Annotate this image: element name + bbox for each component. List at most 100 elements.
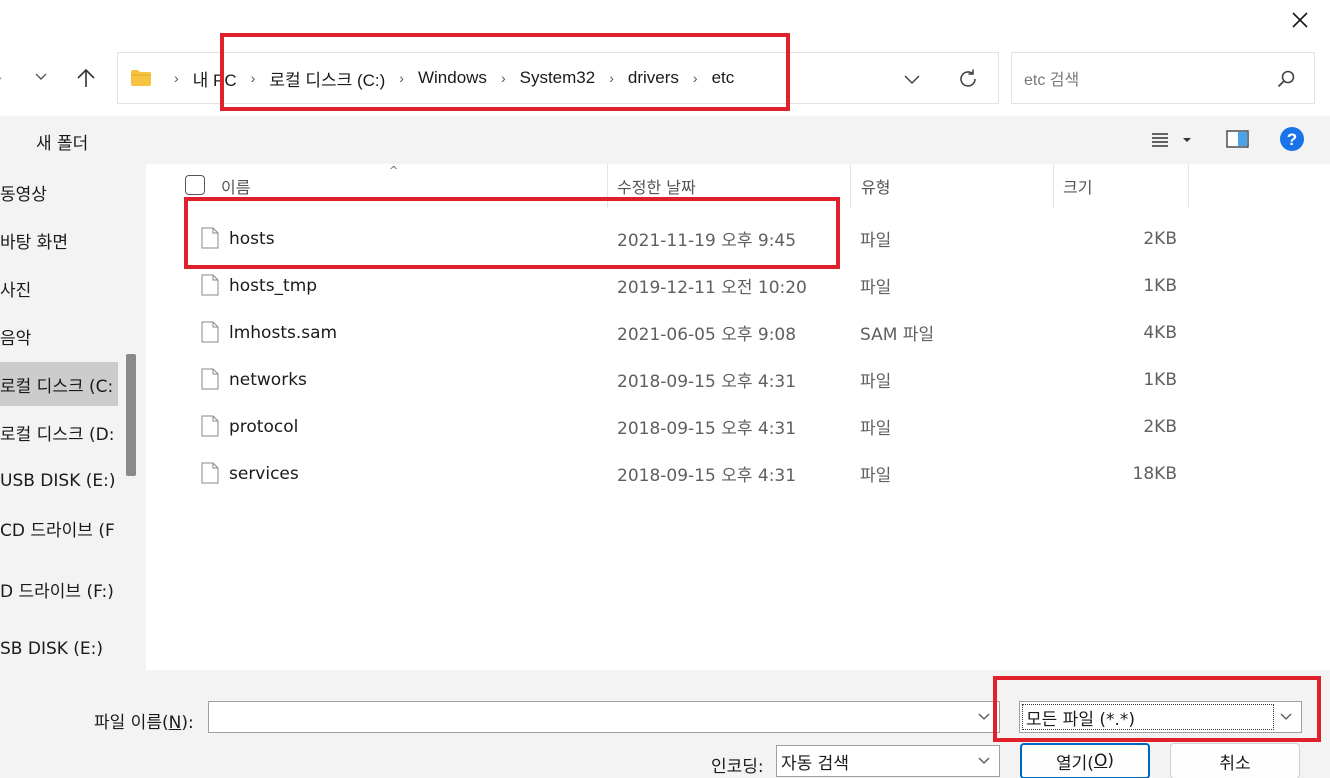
sidebar-item-label: D 드라이브 (F:) — [0, 581, 114, 602]
sidebar-item-music[interactable]: 음악 — [0, 314, 118, 358]
filename-label: 파일 이름(N): — [94, 708, 194, 733]
file-size: 2KB — [1143, 228, 1177, 249]
file-modified: 2019-12-11 오전 10:20 — [617, 278, 807, 298]
search-input[interactable]: etc 검색 — [1011, 52, 1315, 104]
file-size: 2KB — [1143, 416, 1177, 437]
file-type: 파일 — [860, 372, 892, 392]
chevron-right-icon[interactable]: › — [501, 70, 506, 86]
chevron-right-icon[interactable]: › — [609, 70, 614, 86]
folder-icon — [131, 70, 151, 86]
navigation-scrollbar-thumb[interactable] — [126, 354, 136, 476]
chevron-right-icon[interactable]: › — [251, 70, 256, 86]
forward-button[interactable]: › — [0, 68, 2, 87]
file-size: 4KB — [1143, 322, 1177, 343]
column-divider[interactable] — [1053, 164, 1054, 208]
column-divider[interactable] — [850, 164, 851, 208]
column-header-row: ^ 이름 수정한 날짜 유형 크기 — [146, 164, 1330, 208]
cancel-button-label: 취소 — [1219, 753, 1251, 774]
select-all-checkbox[interactable] — [185, 175, 205, 195]
file-icon — [201, 415, 219, 437]
open-button[interactable]: 열기(O) — [1020, 743, 1150, 778]
file-modified: 2018-09-15 오후 4:31 — [617, 372, 797, 392]
encoding-label: 인코딩: — [711, 757, 764, 777]
chevron-down-icon — [35, 73, 47, 80]
file-size: 18KB — [1132, 463, 1177, 484]
column-divider[interactable] — [1188, 164, 1189, 208]
file-modified: 2018-09-15 오후 4:31 — [617, 466, 797, 486]
column-header-type[interactable]: 유형 — [861, 164, 1053, 208]
file-modified: 2021-06-05 오후 9:08 — [617, 325, 797, 345]
column-header-modified[interactable]: 수정한 날짜 — [617, 164, 850, 208]
breadcrumb: › 내 PC › 로컬 디스크 (C:) › Windows › System3… — [160, 66, 734, 91]
file-row-protocol[interactable]: protocol 2018-09-15 오후 4:31 파일 2KB — [146, 403, 1330, 450]
open-button-label-suffix: ) — [1107, 751, 1114, 771]
encoding-value: 자동 검색 — [781, 753, 849, 774]
navigation-pane: 동영상 바탕 화면 사진 음악 로컬 디스크 (C: 로컬 디스크 (D: US… — [0, 164, 146, 670]
encoding-select[interactable]: 자동 검색 — [776, 745, 1000, 777]
dialog-footer: 파일 이름(N): 모든 파일 (*.*) 인코딩: 자동 검색 열기(O) 취… — [0, 670, 1330, 778]
search-icon[interactable] — [1276, 69, 1296, 89]
sidebar-item-label: 로컬 디스크 (C: — [0, 376, 114, 397]
breadcrumb-drivers[interactable]: drivers — [628, 68, 679, 88]
up-button[interactable] — [72, 64, 100, 92]
sidebar-item-pictures[interactable]: 사진 — [0, 266, 118, 310]
address-bar[interactable]: › 내 PC › 로컬 디스크 (C:) › Windows › System3… — [117, 52, 999, 104]
preview-pane-icon[interactable] — [1225, 128, 1251, 150]
sidebar-item-drive-f[interactable]: D 드라이브 (F:) — [0, 567, 118, 611]
chevron-down-icon[interactable] — [1279, 710, 1293, 724]
sidebar-item-label: 로컬 디스크 (D: — [0, 424, 115, 445]
column-divider[interactable] — [607, 164, 608, 208]
sidebar-item-label: CD 드라이브 (F — [0, 520, 115, 541]
chevron-right-icon[interactable]: › — [693, 70, 698, 86]
sidebar-item-local-disk-d[interactable]: 로컬 디스크 (D: — [0, 410, 118, 454]
file-row-services[interactable]: services 2018-09-15 오후 4:31 파일 18KB — [146, 450, 1330, 497]
column-header-name[interactable]: 이름 — [221, 164, 607, 208]
file-name: hosts_tmp — [229, 275, 318, 296]
sidebar-item-label: 사진 — [0, 280, 32, 301]
sidebar-item-cd-drive-f[interactable]: CD 드라이브 (F — [0, 506, 118, 550]
breadcrumb-system32[interactable]: System32 — [520, 68, 596, 88]
file-row-hosts-tmp[interactable]: hosts_tmp 2019-12-11 오전 10:20 파일 1KB — [146, 262, 1330, 309]
view-options-button[interactable] — [1150, 129, 1198, 151]
breadcrumb-local-disk-c[interactable]: 로컬 디스크 (C:) — [269, 66, 385, 91]
chevron-down-icon[interactable] — [977, 754, 991, 768]
column-header-size[interactable]: 크기 — [1063, 164, 1188, 208]
cancel-button[interactable]: 취소 — [1170, 743, 1300, 778]
open-button-label: 열기( — [1056, 753, 1094, 774]
help-icon[interactable]: ? — [1279, 126, 1305, 152]
file-type: SAM 파일 — [860, 325, 935, 345]
file-row-networks[interactable]: networks 2018-09-15 오후 4:31 파일 1KB — [146, 356, 1330, 403]
file-size: 1KB — [1143, 369, 1177, 390]
file-name: lmhosts.sam — [229, 322, 338, 343]
breadcrumb-windows[interactable]: Windows — [418, 68, 487, 88]
breadcrumb-this-pc[interactable]: 내 PC — [193, 66, 237, 91]
filename-input[interactable] — [208, 701, 1000, 733]
search-placeholder: etc 검색 — [1024, 72, 1080, 89]
file-row-hosts[interactable]: hosts 2021-11-19 오후 9:45 파일 2KB — [146, 215, 1330, 262]
refresh-icon[interactable] — [956, 67, 980, 91]
breadcrumb-etc[interactable]: etc — [712, 68, 735, 88]
file-list: ^ 이름 수정한 날짜 유형 크기 hosts 2021-11-19 오후 9:… — [146, 164, 1330, 670]
chevron-right-icon[interactable]: › — [399, 70, 404, 86]
command-bar: 새 폴더 ? — [0, 116, 1330, 164]
filename-label-accesskey: N — [168, 713, 182, 733]
address-history-dropdown[interactable] — [902, 69, 922, 89]
sidebar-item-usb-disk-e[interactable]: USB DISK (E:) — [0, 459, 118, 503]
file-type-select[interactable]: 모든 파일 (*.*) — [1019, 701, 1302, 733]
file-type: 파일 — [860, 278, 892, 298]
open-file-dialog: › › 내 PC › 로컬 디스크 (C:) › Windows › Syste… — [0, 0, 1330, 778]
file-type: 파일 — [860, 466, 892, 486]
sidebar-item-local-disk-c[interactable]: 로컬 디스크 (C: — [0, 362, 118, 406]
file-row-lmhosts-sam[interactable]: lmhosts.sam 2021-06-05 오후 9:08 SAM 파일 4K… — [146, 309, 1330, 356]
sidebar-item-usb-disk-e-2[interactable]: SB DISK (E:) — [0, 627, 118, 670]
chevron-down-icon[interactable] — [977, 710, 991, 724]
sidebar-item-videos[interactable]: 동영상 — [0, 170, 118, 214]
close-button[interactable] — [1284, 6, 1316, 34]
new-folder-button[interactable]: 새 폴더 — [36, 129, 88, 154]
recent-locations-button[interactable] — [32, 66, 50, 88]
sidebar-item-desktop[interactable]: 바탕 화면 — [0, 218, 118, 262]
caret-down-icon — [1183, 138, 1191, 142]
file-name: services — [229, 463, 299, 484]
file-icon — [201, 227, 219, 249]
filename-label-text: 파일 이름( — [94, 713, 169, 733]
